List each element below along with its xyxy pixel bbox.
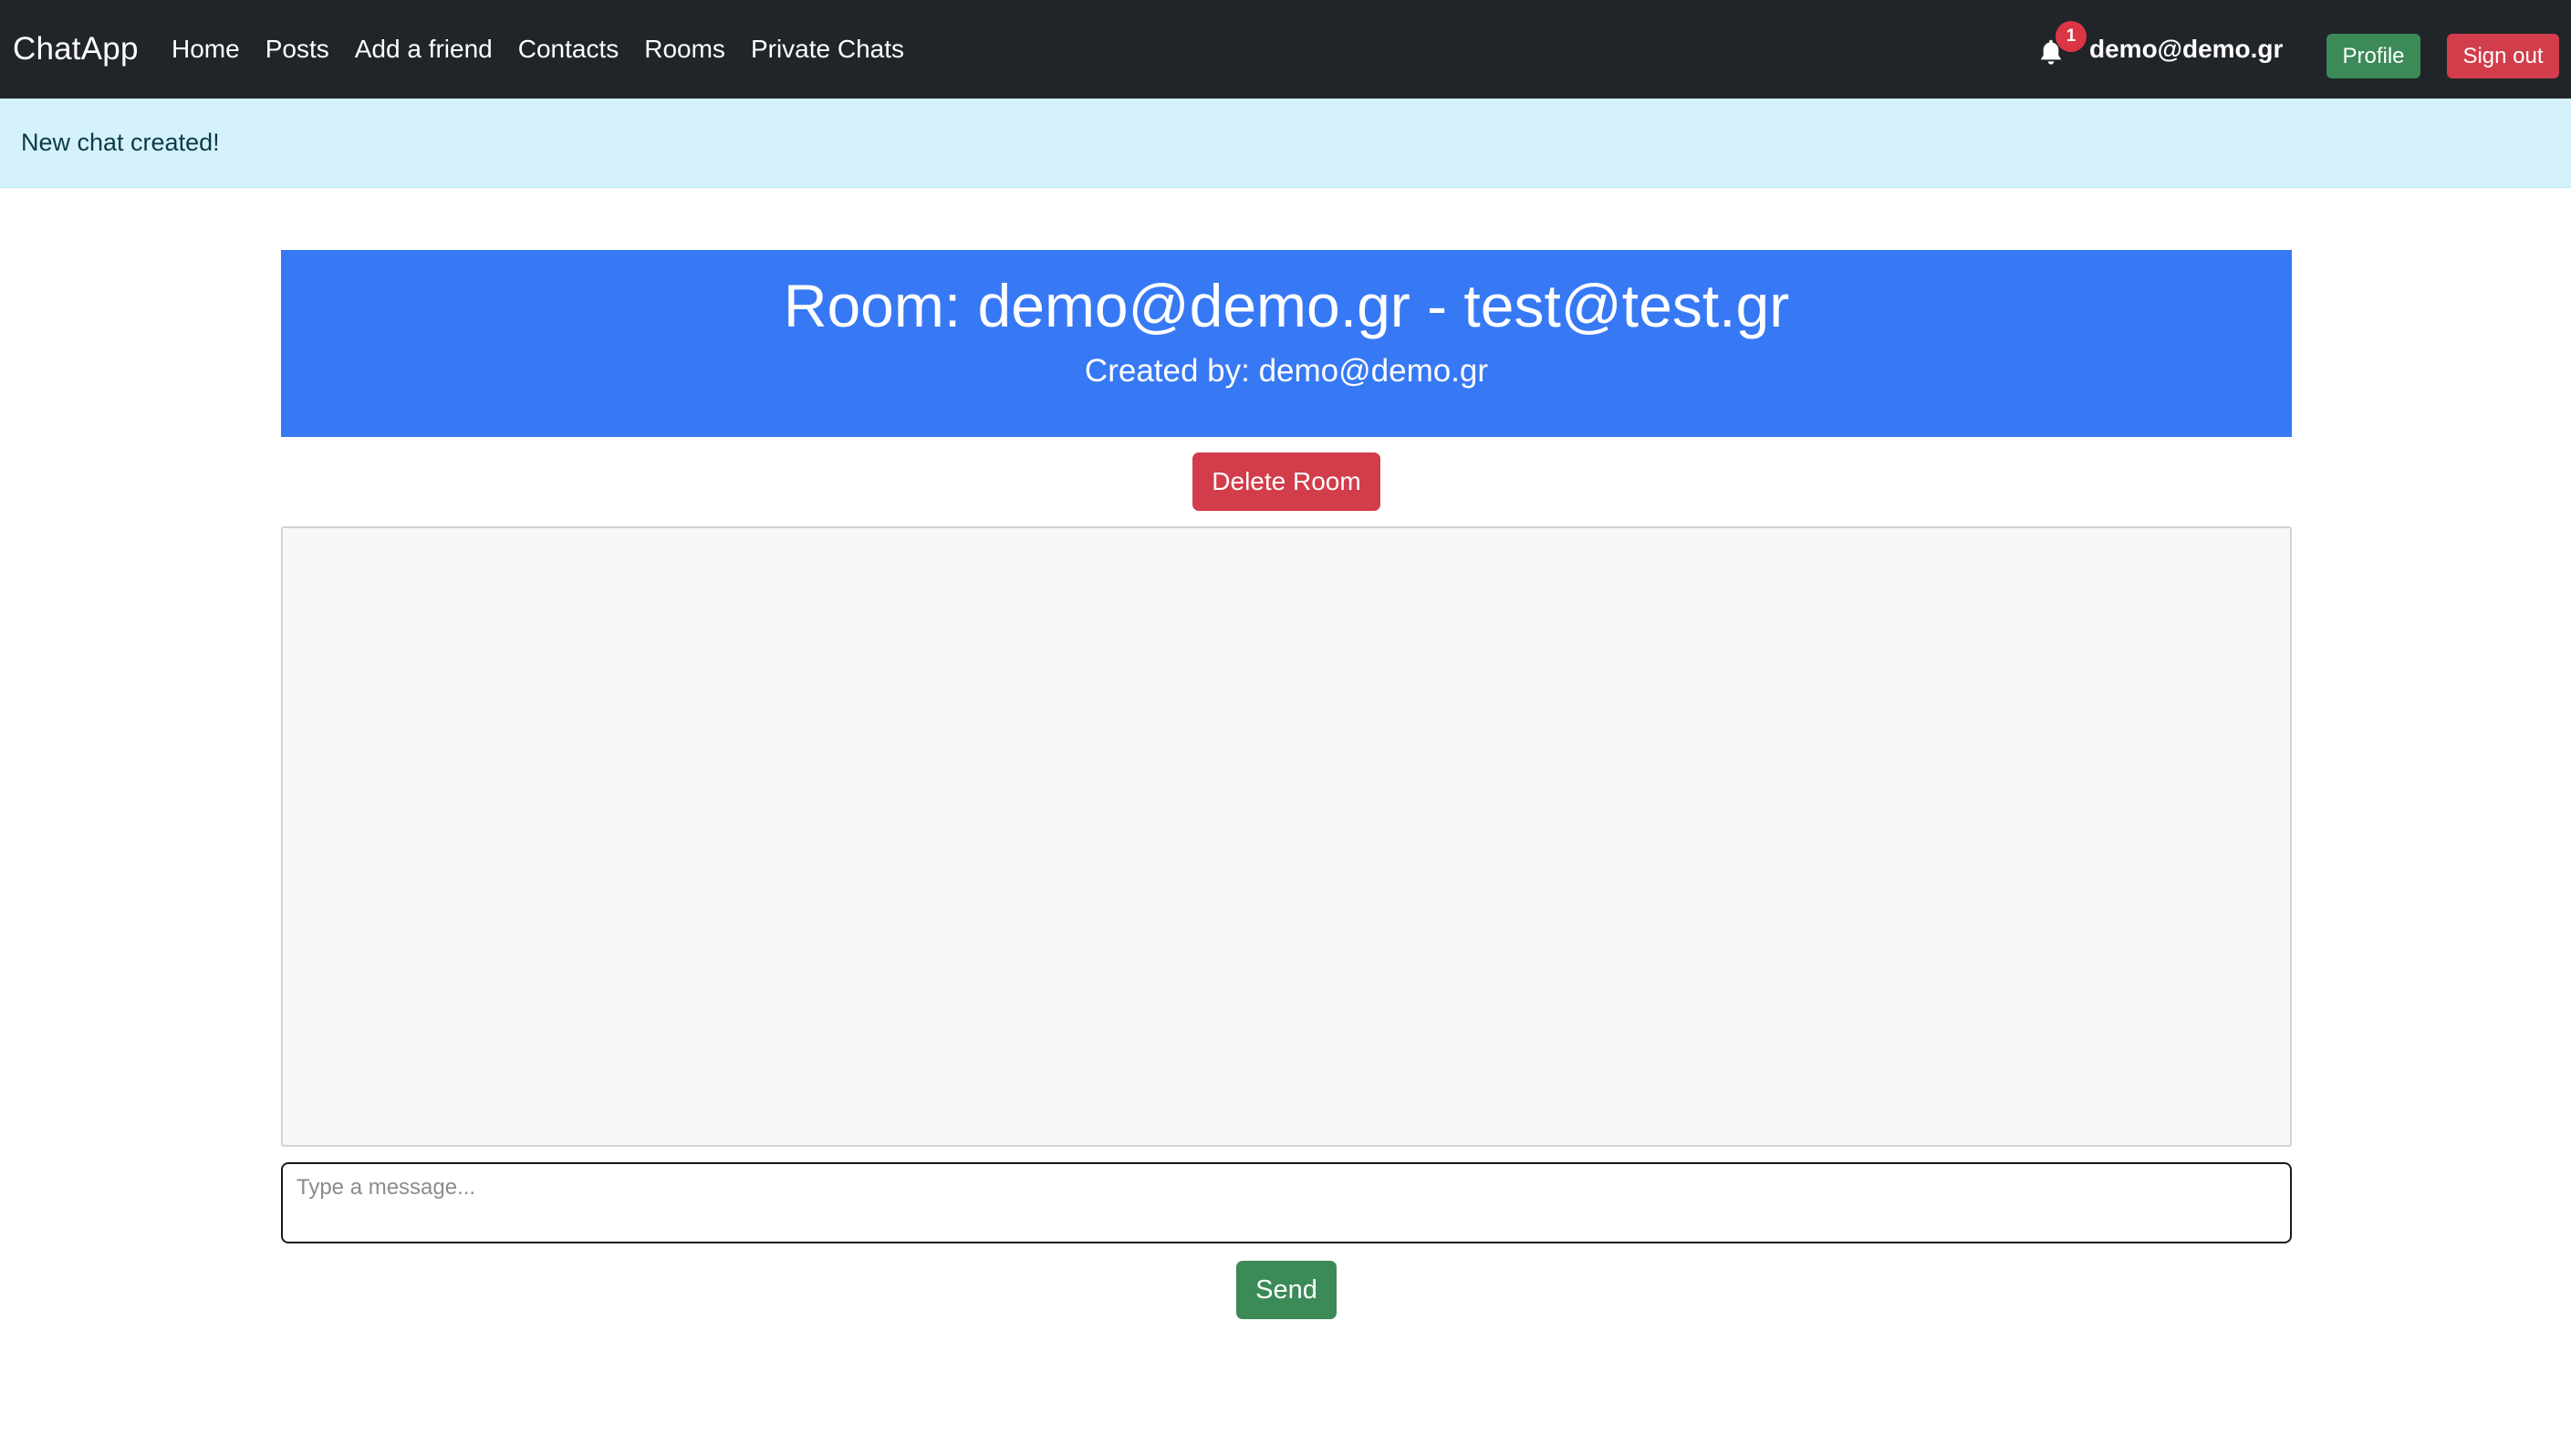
chat-messages-area[interactable]: [281, 526, 2292, 1147]
nav-link-contacts[interactable]: Contacts: [518, 35, 619, 64]
brand-logo[interactable]: ChatApp: [13, 0, 139, 99]
delete-room-button[interactable]: Delete Room: [1192, 452, 1380, 511]
current-user-email[interactable]: demo@demo.gr: [2089, 0, 2283, 99]
sign-out-button[interactable]: Sign out: [2447, 34, 2559, 78]
nav-link-rooms[interactable]: Rooms: [644, 35, 725, 64]
room-title: Room: demo@demo.gr - test@test.gr: [783, 272, 1790, 339]
nav-link-add-friend[interactable]: Add a friend: [355, 35, 493, 64]
alert-message: New chat created!: [21, 129, 220, 156]
message-input[interactable]: [281, 1162, 2292, 1243]
info-alert: New chat created!: [0, 99, 2571, 188]
profile-button[interactable]: Profile: [2326, 34, 2420, 78]
nav-link-private-chats[interactable]: Private Chats: [751, 35, 904, 64]
nav-link-home[interactable]: Home: [172, 35, 240, 64]
room-created-by: Created by: demo@demo.gr: [1084, 353, 1489, 389]
room-header: Room: demo@demo.gr - test@test.gr Create…: [281, 250, 2292, 437]
nav-link-posts[interactable]: Posts: [265, 35, 329, 64]
nav-links: Home Posts Add a friend Contacts Rooms P…: [159, 0, 917, 99]
send-button[interactable]: Send: [1236, 1261, 1337, 1319]
top-navbar: ChatApp Home Posts Add a friend Contacts…: [0, 0, 2571, 99]
notification-count-badge: 1: [2056, 21, 2087, 52]
